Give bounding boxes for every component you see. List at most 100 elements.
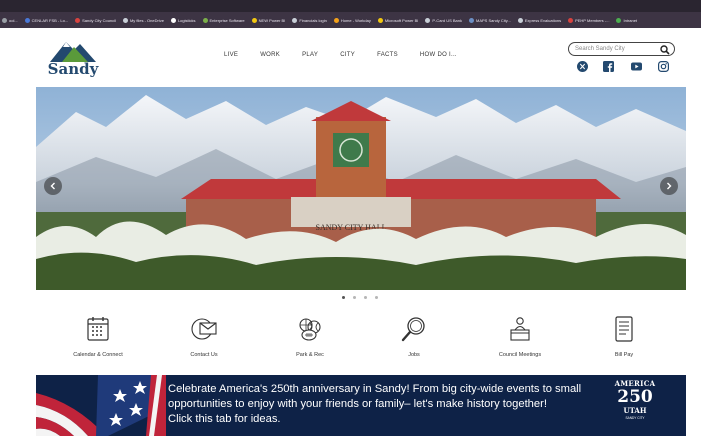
america-250-banner[interactable]: Celebrate America's 250th anniversary in… bbox=[36, 375, 686, 436]
quick-link-label: Calendar & Connect bbox=[73, 352, 123, 358]
receipt-icon bbox=[615, 316, 633, 342]
nav-facts[interactable]: FACTS bbox=[377, 52, 398, 58]
bookmark-item[interactable]: Sandy City Council bbox=[75, 17, 116, 23]
bookmark-item[interactable]: Microsoft Power BI bbox=[377, 17, 418, 23]
bookmark-label: NEW Power BI bbox=[258, 17, 286, 23]
banner-line-1: Celebrate America's 250th anniversary in… bbox=[168, 383, 582, 395]
sports-balls-icon bbox=[299, 318, 321, 341]
quick-link-council[interactable]: Council Meetings bbox=[470, 302, 570, 372]
quick-link-bill-pay[interactable]: Bill Pay bbox=[574, 302, 674, 372]
bookmark-label: Financials login bbox=[299, 17, 327, 23]
nav-city[interactable]: CITY bbox=[340, 52, 355, 58]
bookmark-label: Sandy City Council bbox=[82, 17, 116, 23]
quick-link-parks[interactable]: Park & Rec bbox=[260, 302, 360, 372]
search-input[interactable]: Search Sandy City bbox=[575, 46, 625, 52]
hero-slideshow[interactable]: SANDY CITY HALL bbox=[36, 87, 686, 290]
search-box[interactable]: Search Sandy City bbox=[568, 42, 675, 56]
bookmark-favicon-icon bbox=[616, 17, 622, 23]
bookmark-item[interactable]: Financials login bbox=[292, 17, 327, 23]
bookmark-item[interactable]: MAPS Sandy City... bbox=[469, 17, 511, 23]
quick-links: Calendar & Connect Contact Us Park & Rec bbox=[36, 302, 686, 382]
banner-line-3: Click this tab for ideas. bbox=[168, 413, 281, 425]
bookmark-item[interactable]: NEW Power BI bbox=[251, 17, 286, 23]
quick-link-label: Contact Us bbox=[190, 352, 218, 358]
prev-slide-button[interactable] bbox=[44, 177, 62, 195]
bookmark-item[interactable]: PEHP Members -... bbox=[568, 17, 610, 23]
quick-link-label: Jobs bbox=[408, 352, 420, 358]
bookmark-favicon-icon bbox=[377, 17, 383, 23]
banner-message: Celebrate America's 250th anniversary in… bbox=[168, 382, 608, 427]
instagram-icon[interactable] bbox=[658, 61, 669, 72]
nav-live[interactable]: LIVE bbox=[224, 52, 238, 58]
america-250-badge: AMERICA 250 UTAH SANDY CITY bbox=[608, 379, 662, 433]
browser-top-strip bbox=[0, 0, 701, 12]
envelope-icon bbox=[191, 318, 217, 340]
magnifier-icon bbox=[401, 317, 425, 342]
bookmark-favicon-icon bbox=[24, 17, 30, 23]
social-links bbox=[577, 61, 677, 73]
slide-indicators bbox=[342, 296, 378, 299]
slide-dot[interactable] bbox=[364, 296, 367, 299]
bookmark-label: PEHP Members -... bbox=[575, 17, 610, 23]
bookmark-item[interactable]: ool... bbox=[2, 17, 18, 23]
bookmark-label: Enterprise Software bbox=[209, 17, 245, 23]
mountain-logo-icon bbox=[50, 42, 96, 62]
bookmark-favicon-icon bbox=[202, 17, 208, 23]
page: Sandy LIVE WORK PLAY CITY FACTS HOW DO I… bbox=[0, 28, 701, 436]
banner-line-2: opportunities to enjoy with your friends… bbox=[168, 398, 547, 410]
youtube-icon[interactable] bbox=[631, 61, 642, 72]
quick-link-contact[interactable]: Contact Us bbox=[154, 302, 254, 372]
logo-text: Sandy bbox=[47, 60, 99, 78]
nav-play[interactable]: PLAY bbox=[302, 52, 318, 58]
quick-link-jobs[interactable]: Jobs bbox=[364, 302, 464, 372]
american-flag-image bbox=[36, 375, 166, 436]
slide-dot[interactable] bbox=[353, 296, 356, 299]
bookmark-item[interactable]: Express Evaluations bbox=[517, 17, 561, 23]
calendar-icon bbox=[87, 317, 109, 341]
slide-dot[interactable] bbox=[342, 296, 345, 299]
bookmark-item[interactable]: Enterprise Software bbox=[202, 17, 245, 23]
quick-link-label: Park & Rec bbox=[296, 352, 324, 358]
bookmark-favicon-icon bbox=[517, 17, 523, 23]
bookmark-favicon-icon bbox=[469, 17, 474, 23]
badge-number: 250 bbox=[617, 387, 653, 407]
podium-icon bbox=[510, 317, 530, 341]
bookmark-favicon-icon bbox=[425, 17, 431, 23]
hero-image: SANDY CITY HALL bbox=[36, 87, 686, 290]
bookmark-label: CENLAR FSB - Lo... bbox=[31, 17, 69, 23]
main-nav: LIVE WORK PLAY CITY FACTS HOW DO I... bbox=[224, 52, 457, 58]
bookmark-item[interactable]: CENLAR FSB - Lo... bbox=[24, 17, 69, 23]
bookmark-label: My files - OneDrive bbox=[129, 17, 164, 23]
bookmark-favicon-icon bbox=[251, 17, 257, 23]
facebook-icon[interactable] bbox=[603, 61, 614, 72]
bookmarks-bar: ool... CENLAR FSB - Lo... Sandy City Counc… bbox=[0, 12, 701, 28]
bookmark-item[interactable]: Intranet bbox=[616, 17, 638, 23]
bookmark-label: Logisticks bbox=[177, 17, 196, 23]
badge-sub-text: SANDY CITY bbox=[625, 416, 645, 420]
x-icon[interactable] bbox=[577, 61, 588, 72]
chevron-left-icon bbox=[50, 182, 55, 190]
search-icon[interactable] bbox=[660, 45, 670, 55]
badge-bottom-text: UTAH bbox=[623, 406, 647, 415]
bookmark-favicon-icon bbox=[333, 17, 339, 23]
nav-how-do-i[interactable]: HOW DO I... bbox=[420, 52, 457, 58]
nav-work[interactable]: WORK bbox=[260, 52, 280, 58]
bookmark-label: MAPS Sandy City... bbox=[476, 17, 511, 23]
bookmark-favicon-icon bbox=[170, 17, 176, 23]
quick-link-calendar[interactable]: Calendar & Connect bbox=[48, 302, 148, 372]
sandy-logo[interactable]: Sandy bbox=[44, 38, 102, 82]
bookmark-favicon-icon bbox=[75, 17, 81, 23]
quick-link-label: Bill Pay bbox=[614, 352, 634, 358]
chevron-right-icon bbox=[667, 182, 672, 190]
bookmark-item[interactable]: Home - Workday bbox=[333, 17, 371, 23]
bookmark-favicon-icon bbox=[122, 17, 128, 23]
next-slide-button[interactable] bbox=[660, 177, 678, 195]
bookmark-item[interactable]: My files - OneDrive bbox=[122, 17, 164, 23]
bookmark-label: Intranet bbox=[623, 17, 638, 23]
slide-dot[interactable] bbox=[375, 296, 378, 299]
site-header: Sandy LIVE WORK PLAY CITY FACTS HOW DO I… bbox=[36, 28, 686, 86]
bookmark-favicon-icon bbox=[2, 17, 7, 23]
bookmark-item[interactable]: Logisticks bbox=[170, 17, 196, 23]
bookmark-item[interactable]: P-Card US Bank bbox=[425, 17, 462, 23]
bookmark-label: P-Card US Bank bbox=[432, 17, 462, 23]
